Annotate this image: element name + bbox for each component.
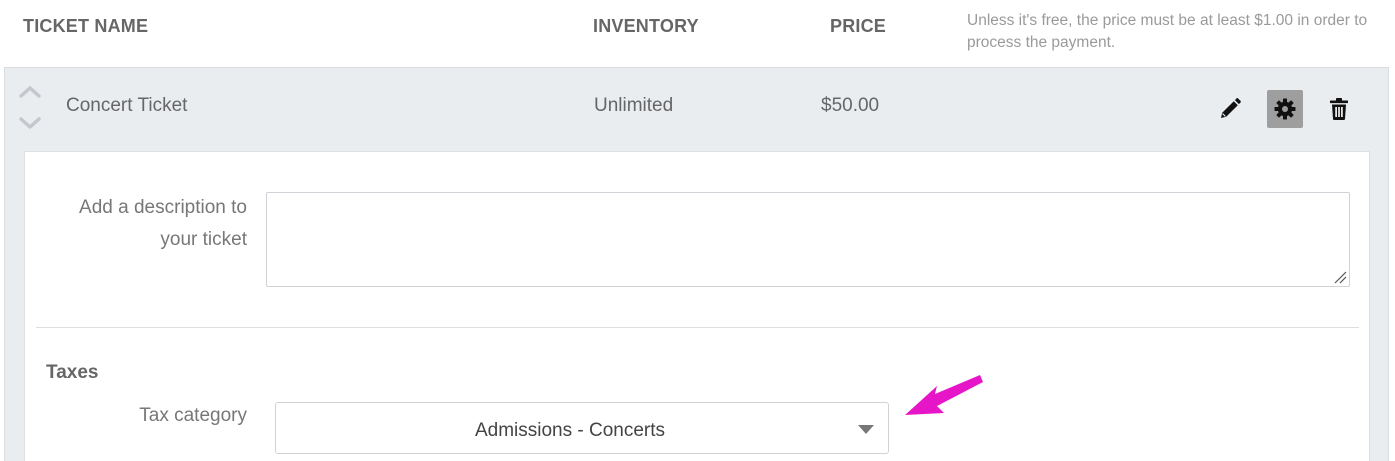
gear-icon — [1274, 98, 1296, 120]
description-textarea[interactable] — [266, 192, 1350, 287]
caret-down-icon — [858, 425, 874, 434]
ticket-row: Concert Ticket Unlimited $50.00 Add a de… — [4, 67, 1389, 461]
tax-category-select[interactable]: Admissions - Concerts — [275, 402, 889, 454]
move-up-button[interactable] — [17, 82, 43, 100]
chevron-down-icon — [19, 117, 41, 129]
pencil-icon — [1221, 98, 1241, 118]
taxes-section-title: Taxes — [46, 362, 99, 383]
ticket-settings-panel: Add a description to your ticket Taxes T… — [24, 151, 1370, 461]
edit-ticket-button[interactable] — [1212, 90, 1248, 128]
ticket-settings-button[interactable] — [1267, 90, 1303, 128]
ticket-name: Concert Ticket — [66, 95, 188, 116]
ticket-price: $50.00 — [821, 95, 880, 116]
section-divider — [36, 327, 1359, 328]
chevron-up-icon — [19, 86, 41, 98]
column-header-inventory: INVENTORY — [593, 16, 699, 36]
column-header-ticket-name: TICKET NAME — [23, 16, 149, 36]
resize-grip-icon[interactable] — [1333, 270, 1347, 284]
move-down-button[interactable] — [17, 114, 43, 132]
tax-category-value: Admissions - Concerts — [474, 420, 666, 441]
ticket-inventory: Unlimited — [594, 95, 674, 116]
magenta-arrow-icon — [905, 375, 983, 415]
delete-ticket-button[interactable] — [1321, 90, 1357, 128]
price-hint-text: Unless it's free, the price must be at l… — [967, 12, 1368, 51]
table-header: TICKET NAME INVENTORY PRICE Unless it's … — [0, 0, 1395, 68]
column-header-price: PRICE — [830, 16, 887, 36]
tax-category-label: Tax category — [139, 405, 247, 426]
description-label: Add a description to your ticket — [79, 197, 247, 250]
trash-icon — [1330, 98, 1348, 120]
